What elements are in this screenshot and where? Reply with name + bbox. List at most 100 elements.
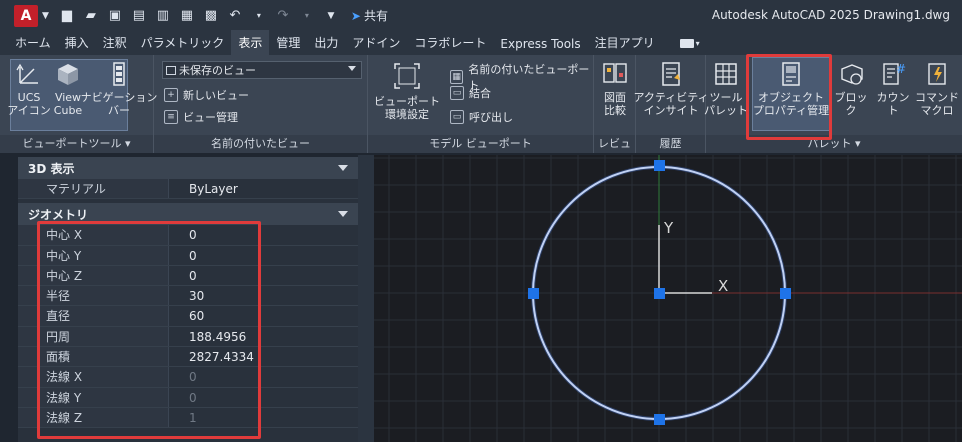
ucs-icon-button[interactable]: UCS アイコン: [7, 61, 51, 117]
property-row-material[interactable]: マテリアル ByLayer: [18, 179, 358, 200]
panel-palettes: ツール パレット オブジェクト プロパティ管理 ブロック # カウント コマンド: [704, 55, 962, 153]
join-icon: ▭: [450, 86, 464, 100]
restore-label: 呼び出し: [469, 111, 513, 124]
drawing-compare-button[interactable]: 図面 比較: [596, 61, 634, 117]
count-button[interactable]: # カウント: [872, 61, 914, 117]
panel-label-history: 履歴: [636, 135, 705, 153]
property-value[interactable]: 60: [168, 306, 358, 326]
activity-insights-icon: [658, 61, 684, 87]
property-value[interactable]: ByLayer: [168, 179, 358, 199]
drawing-compare-label: 図面 比較: [604, 91, 626, 117]
panel-label-viewport-tools[interactable]: ビューポートツール ▾: [0, 135, 153, 153]
undo-icon[interactable]: ↶: [226, 7, 244, 25]
customize-qat-icon[interactable]: ▼: [322, 7, 340, 25]
grip-quadrant-right[interactable]: [780, 288, 791, 299]
property-value[interactable]: 0: [168, 265, 358, 286]
redo-dropdown-icon[interactable]: ▾: [298, 7, 316, 25]
drawing-canvas[interactable]: Y X: [374, 155, 962, 442]
grip-center[interactable]: [654, 288, 665, 299]
count-icon: #: [880, 61, 906, 87]
section-geometry[interactable]: ジオメトリ: [18, 203, 358, 226]
command-macro-button[interactable]: コマンド マクロ: [914, 61, 960, 117]
print-icon[interactable]: ▩: [202, 7, 220, 25]
property-row-center-x[interactable]: 中心 X0: [18, 225, 358, 246]
property-row-center-z[interactable]: 中心 Z0: [18, 265, 358, 287]
tab-featured-apps[interactable]: 注目アプリ: [588, 30, 662, 55]
drawing-compare-icon: [602, 61, 628, 87]
ucs-x-label: X: [718, 277, 728, 295]
property-value[interactable]: 0: [168, 245, 358, 265]
property-row-area[interactable]: 面積 2827.4334: [18, 347, 358, 368]
new-view-label: 新しいビュー: [183, 89, 249, 102]
named-view-dropdown[interactable]: 未保存のビュー: [162, 61, 362, 79]
property-row-normal-z: 法線 Z1: [18, 407, 358, 429]
grip-quadrant-top[interactable]: [654, 160, 665, 171]
restore-viewports-button[interactable]: ▭ 呼び出し: [450, 109, 513, 125]
tab-home[interactable]: ホーム: [8, 30, 58, 55]
tab-output[interactable]: 出力: [307, 30, 345, 55]
tab-parametric[interactable]: パラメトリック: [134, 30, 232, 55]
properties-palette-button[interactable]: オブジェクト プロパティ管理: [752, 61, 830, 117]
tool-palettes-button[interactable]: ツール パレット: [704, 61, 748, 117]
property-row-diameter[interactable]: 直径 60: [18, 306, 358, 327]
new-file-icon[interactable]: ▆: [58, 7, 76, 25]
tab-annotate[interactable]: 注釈: [96, 30, 134, 55]
collapse-triangle-icon[interactable]: [338, 165, 348, 171]
property-value[interactable]: 0: [168, 225, 358, 245]
collapse-triangle-icon[interactable]: [338, 211, 348, 218]
ribbon-display-toggle-icon[interactable]: ▾: [679, 37, 702, 49]
autocad-logo[interactable]: A: [14, 4, 38, 27]
property-name: 法線 Y: [18, 387, 168, 407]
properties-palette: 3D 表示 マテリアル ByLayer ジオメトリ 中心 X0 中心 Y0 中心…: [18, 157, 358, 442]
save-icon[interactable]: ▣: [106, 7, 124, 25]
ucs-y-label: Y: [663, 219, 674, 237]
publish-icon[interactable]: ▥: [154, 7, 172, 25]
tab-collaborate[interactable]: コラボレート: [407, 30, 493, 55]
property-row-radius[interactable]: 半径 30: [18, 286, 358, 307]
property-row-center-y[interactable]: 中心 Y0: [18, 245, 358, 266]
tab-insert[interactable]: 挿入: [58, 30, 96, 55]
tool-palettes-label: ツール パレット: [704, 91, 748, 117]
share-button[interactable]: ➤ 共有: [351, 7, 388, 24]
property-name: 直径: [18, 306, 168, 326]
app-menu-chevron-down-icon[interactable]: ▼: [42, 11, 49, 21]
save-as-icon[interactable]: ▤: [130, 7, 148, 25]
command-macro-label: コマンド マクロ: [915, 91, 959, 117]
tab-addins[interactable]: アドイン: [345, 30, 407, 55]
panel-model-viewports: ビューポート 環境設定 ▦ 名前の付いたビューポート ▭ 結合 ▭ 呼び出し モ…: [368, 55, 594, 153]
viewport-config-button[interactable]: ビューポート 環境設定: [374, 61, 440, 121]
plot-icon[interactable]: ▦: [178, 7, 196, 25]
model-space-svg[interactable]: Y X: [374, 155, 962, 442]
view-manager-button[interactable]: ≡ ビュー管理: [164, 109, 238, 125]
block-palette-button[interactable]: ブロック: [830, 61, 872, 117]
property-name: 中心 Z: [18, 265, 168, 286]
panel-viewport-tools: UCS アイコン View Cube ナビゲーション バー ビューポートツール …: [0, 55, 157, 153]
tab-manage[interactable]: 管理: [269, 30, 307, 55]
property-value[interactable]: 2827.4334: [168, 347, 358, 367]
navigation-bar-button[interactable]: ナビゲーション バー: [81, 61, 157, 117]
property-row-circumference[interactable]: 円周 188.4956: [18, 326, 358, 348]
tab-view[interactable]: 表示: [231, 30, 270, 55]
new-view-button[interactable]: + 新しいビュー: [164, 87, 249, 103]
open-folder-icon[interactable]: ▰: [82, 7, 100, 25]
property-name: 面積: [18, 347, 168, 367]
grip-quadrant-bottom[interactable]: [654, 414, 665, 425]
redo-icon[interactable]: ↷: [274, 7, 292, 25]
property-row-normal-x: 法線 X0: [18, 367, 358, 388]
panel-label-palettes[interactable]: パレット ▾: [706, 135, 962, 153]
panel-label-named-views: 名前の付いたビュー: [154, 135, 367, 153]
undo-dropdown-icon[interactable]: ▾: [250, 7, 268, 25]
viewcube-label: View Cube: [53, 91, 83, 117]
tab-express-tools[interactable]: Express Tools: [493, 33, 587, 55]
section-3d-visualization[interactable]: 3D 表示: [18, 157, 358, 179]
properties-label: オブジェクト プロパティ管理: [752, 91, 830, 117]
property-value[interactable]: 188.4956: [168, 326, 358, 347]
property-name: 中心 X: [18, 225, 168, 245]
property-name: マテリアル: [18, 179, 168, 199]
ribbon-tabs: ホーム 挿入 注釈 パラメトリック 表示 管理 出力 アドイン コラボレート E…: [0, 30, 962, 55]
activity-insights-button[interactable]: アクティビティ インサイト: [633, 61, 709, 117]
properties-icon: [778, 61, 804, 87]
join-viewports-button[interactable]: ▭ 結合: [450, 85, 491, 101]
grip-quadrant-left[interactable]: [528, 288, 539, 299]
property-value[interactable]: 30: [168, 286, 358, 306]
